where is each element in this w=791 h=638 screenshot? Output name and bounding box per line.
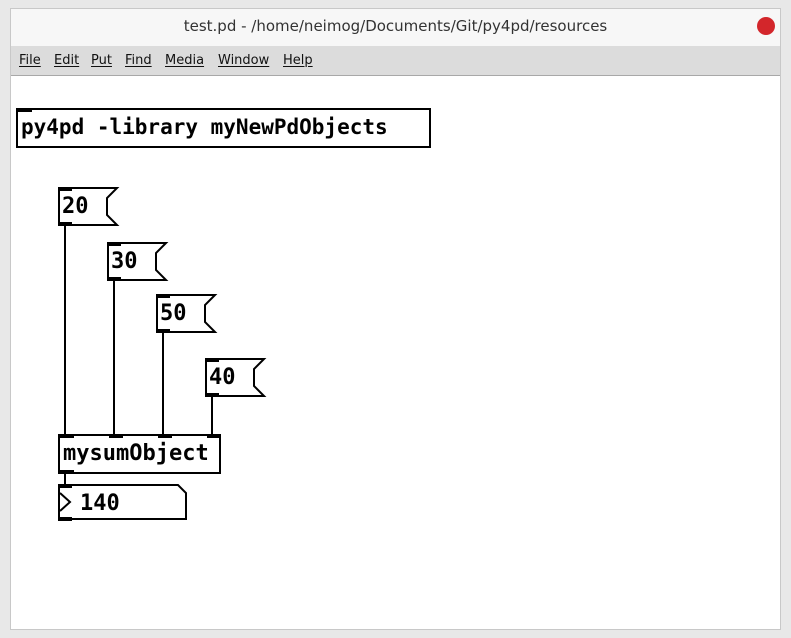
message-30-text: 30 xyxy=(111,249,138,274)
title-bar[interactable]: test.pd - /home/neimog/Documents/Git/py4… xyxy=(11,9,780,46)
library-object-box[interactable]: py4pd -library myNewPdObjects xyxy=(16,108,431,148)
message-20-text: 20 xyxy=(62,194,89,219)
inlet-3[interactable] xyxy=(158,434,172,438)
outlet xyxy=(156,329,170,333)
number-box[interactable] xyxy=(58,484,188,521)
menu-window[interactable]: Window xyxy=(218,53,269,68)
sum-object-text: mysumObject xyxy=(63,441,209,466)
window-title: test.pd - /home/neimog/Documents/Git/py4… xyxy=(183,17,608,35)
menu-help[interactable]: Help xyxy=(283,53,313,68)
message-50-text: 50 xyxy=(160,301,187,326)
outlet[interactable] xyxy=(60,470,74,474)
inlet-1[interactable] xyxy=(60,434,74,438)
menu-put[interactable]: Put xyxy=(91,53,112,68)
inlet xyxy=(58,187,72,191)
patch-cords xyxy=(64,223,213,487)
library-object-text: py4pd -library myNewPdObjects xyxy=(21,115,388,139)
inlet xyxy=(156,294,170,298)
menu-file[interactable]: File xyxy=(19,53,41,68)
menu-edit[interactable]: Edit xyxy=(54,53,79,68)
inlet xyxy=(205,358,219,362)
outlet xyxy=(58,517,72,521)
outlet xyxy=(205,393,219,397)
pd-window: test.pd - /home/neimog/Documents/Git/py4… xyxy=(10,8,781,630)
outlet xyxy=(58,222,72,226)
patch-canvas[interactable]: py4pd -library myNewPdObjects 20 30 50 4… xyxy=(11,76,780,629)
close-icon[interactable] xyxy=(757,17,775,35)
inlet-4[interactable] xyxy=(207,434,221,438)
sum-object-box[interactable]: mysumObject xyxy=(58,434,221,474)
inlet xyxy=(58,484,72,488)
outlet xyxy=(107,277,121,281)
inlet-2[interactable] xyxy=(109,434,123,438)
number-value: 140 xyxy=(80,491,120,516)
menu-bar: File Edit Put Find Media Window Help xyxy=(11,46,780,76)
menu-find[interactable]: Find xyxy=(125,53,152,68)
menu-media[interactable]: Media xyxy=(165,53,204,68)
inlet[interactable] xyxy=(18,108,32,112)
inlet xyxy=(107,242,121,246)
message-40-text: 40 xyxy=(209,365,236,390)
